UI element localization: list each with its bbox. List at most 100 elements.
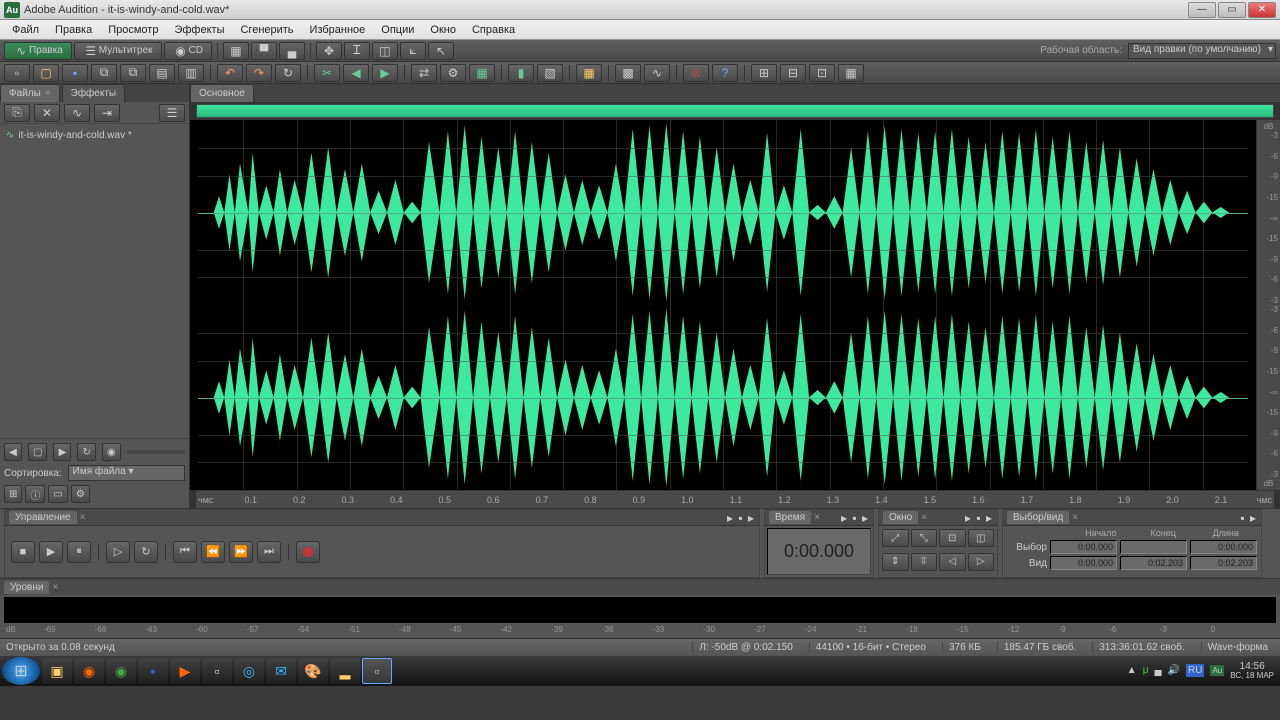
play-start-button[interactable]: ▷ [106,541,130,563]
loop-play-button[interactable]: ↻ [134,541,158,563]
close-button[interactable]: ✕ [1248,2,1276,18]
workspace-select[interactable]: Вид правки (по умолчанию) [1128,43,1276,59]
copy-button[interactable]: ⧉ [91,64,117,82]
paste-button[interactable]: ▤ [149,64,175,82]
tool-time-select-button[interactable]: Ꮖ [344,42,370,60]
mode-edit-button[interactable]: ∿Правка [4,42,72,60]
save-button[interactable]: ▪ [62,64,88,82]
maximize-button[interactable]: ▭ [1218,2,1246,18]
minimize-button[interactable]: — [1188,2,1216,18]
convert-button[interactable]: ⇄ [411,64,437,82]
tb-doc[interactable]: ▫ [202,658,232,684]
menu-effects[interactable]: Эффекты [166,22,232,38]
prev-button[interactable]: ◀ [4,443,22,461]
new-button[interactable]: ▫ [4,64,30,82]
editor-tab-main[interactable]: Основное [190,84,254,102]
group-button[interactable]: ▦ [576,64,602,82]
autoplay-button[interactable]: ◉ [102,443,121,461]
start-button[interactable]: ⊞ [2,657,40,685]
time-tab[interactable]: Время [769,511,811,524]
tray-lang-icon[interactable]: RU [1186,664,1204,677]
tray-clock[interactable]: 14:56 ВС, 18 МАР [1230,661,1274,681]
loop-button[interactable]: ↻ [77,443,95,461]
zoom-in-h-button[interactable]: ⤢ [882,529,909,547]
waveform-display[interactable] [190,120,1256,490]
zoom-out-h-button[interactable]: ⤡ [911,529,938,547]
menu-generate[interactable]: Сгенерить [232,22,301,38]
tool-lasso-button[interactable]: ⟀ [400,42,426,60]
view-start-field[interactable]: 0:00.000 [1050,556,1117,570]
levels-tab[interactable]: Уровни [4,581,49,594]
tb-word[interactable]: ▪ [138,658,168,684]
menu-favorites[interactable]: Избранное [302,22,374,38]
batch-button[interactable]: ▧ [537,64,563,82]
menu-file[interactable]: Файл [4,22,47,38]
zoom-in-v-button[interactable]: ⇕ [882,553,909,571]
tb-app[interactable]: ▫ [362,658,392,684]
tb-media[interactable]: ▶ [170,658,200,684]
next-button[interactable]: ▶ [53,443,71,461]
rewind-button[interactable]: ⏪ [201,541,225,563]
tool-marquee-button[interactable]: ◫ [372,42,398,60]
volume-slider[interactable] [127,450,185,454]
tab-files[interactable]: Файлы× [0,84,60,102]
zoom-right-button[interactable]: ▷ [968,553,995,571]
tool-top-button[interactable]: ▀ [251,42,277,60]
tb-explorer[interactable]: ▣ [42,658,72,684]
view-tab[interactable]: Выбор/вид [1007,511,1069,524]
zoom-left-button[interactable]: ◁ [939,553,966,571]
zoom-out-v-button[interactable]: ⇳ [911,553,938,571]
close-file-button[interactable]: ✕ [34,104,60,122]
show-info-button[interactable]: ⓘ [25,485,45,503]
undo-button[interactable]: ↶ [217,64,243,82]
copy-new-button[interactable]: ⧉ [120,64,146,82]
navigator-bar[interactable] [196,104,1274,118]
menu-window[interactable]: Окно [422,22,464,38]
spectral-button[interactable]: ▩ [615,64,641,82]
tb-browser[interactable]: ◉ [74,658,104,684]
extra3-button[interactable]: ⊡ [809,64,835,82]
repeat-button[interactable]: ↻ [275,64,301,82]
insert-button[interactable]: ⇥ [94,104,120,122]
view-len-field[interactable]: 0:02.203 [1190,556,1257,570]
forward-button[interactable]: ⏩ [229,541,253,563]
pause-button[interactable]: ⏸ [67,541,91,563]
full-path-button[interactable]: ▭ [48,485,67,503]
extra4-button[interactable]: ▦ [838,64,864,82]
advanced-button[interactable]: ⚙ [71,485,90,503]
deny-button[interactable]: ⊘ [683,64,709,82]
view-end-field[interactable]: 0:02.203 [1120,556,1187,570]
tb-paint[interactable]: 🎨 [298,658,328,684]
goto-start-button[interactable]: ⏮ [173,541,197,563]
mode-cd-button[interactable]: ◉CD [164,42,212,60]
grid-button[interactable]: ▦ [469,64,495,82]
tb-folder[interactable]: ▂ [330,658,360,684]
zoom-sel-button[interactable]: ◫ [968,529,995,547]
tool-hand-button[interactable]: ✥ [316,42,342,60]
tool-scrub-button[interactable]: ↖ [428,42,454,60]
sel-start-field[interactable]: 0:00.000 [1050,540,1117,554]
play-preview-button[interactable]: ▢ [28,443,47,461]
menu-help[interactable]: Справка [464,22,523,38]
tool-spectral-button[interactable]: ▦ [223,42,249,60]
paste-new-button[interactable]: ▥ [178,64,204,82]
goto-end-button[interactable]: ⏭ [257,541,281,563]
tb-chrome[interactable]: ◉ [106,658,136,684]
marker-button[interactable]: ▮ [508,64,534,82]
tray-net-icon[interactable]: ▄ [1154,665,1161,676]
edit-file-button[interactable]: ∿ [64,104,90,122]
transport-tab[interactable]: Управление [9,511,77,524]
extra1-button[interactable]: ⊞ [751,64,777,82]
sel-end-field[interactable] [1120,540,1187,554]
menu-view[interactable]: Просмотр [100,22,166,38]
tb-browser2[interactable]: ◎ [234,658,264,684]
ch-right-button[interactable]: ▶ [372,64,398,82]
zoom-full-button[interactable]: ⊡ [939,529,966,547]
tray-vol-icon[interactable]: 🔊 [1168,665,1180,676]
time-ruler[interactable]: чмс 0.1 0.2 0.3 0.4 0.5 0.6 0.7 0.8 0.9 … [196,490,1274,508]
play-button[interactable]: ▶ [39,541,63,563]
close-icon[interactable]: × [45,88,51,99]
tray-utorrent-icon[interactable]: μ [1143,665,1149,676]
stop-button[interactable]: ■ [11,541,35,563]
tab-effects[interactable]: Эффекты [62,84,125,102]
